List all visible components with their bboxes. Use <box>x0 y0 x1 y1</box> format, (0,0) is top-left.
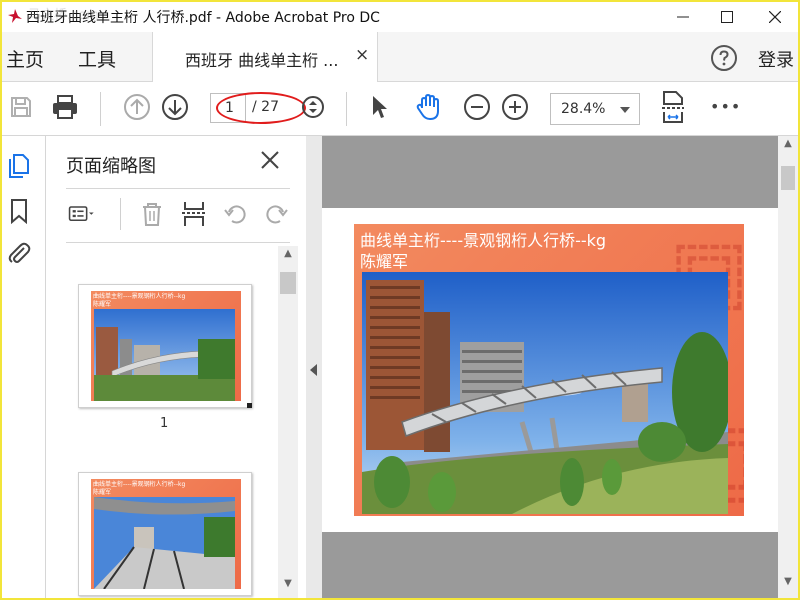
slide-title: 曲线单主桁----景观钢桁人行桥--kg 陈耀军 <box>360 230 606 272</box>
chevron-down-icon <box>620 107 630 113</box>
document-view[interactable]: ⿴ ⿴ 曲线单主桁----景观钢桁人行桥--kg 陈耀军 <box>322 136 778 598</box>
thumbnail-caption-line: 陈耀军 <box>93 301 112 308</box>
maximize-button[interactable] <box>704 2 750 32</box>
rotate-left-icon[interactable] <box>222 200 250 228</box>
cursor-arrow-icon <box>373 96 387 118</box>
menu-home[interactable]: 主页 <box>6 45 44 72</box>
page-thumbnails-icon[interactable] <box>6 152 32 178</box>
next-page-button[interactable] <box>160 92 190 122</box>
thumbnail-caption-line: 陈耀军 <box>93 489 112 496</box>
thumbnail-caption: 曲线单主桁----景观钢桁人行桥--kg 陈耀军 <box>93 293 185 309</box>
minus-circle-icon <box>464 94 490 120</box>
window-title: 西班牙曲线单主桁 人行桥.pdf - Adobe Acrobat Pro DC <box>26 10 380 26</box>
previous-page-button[interactable] <box>122 92 152 122</box>
save-button[interactable] <box>6 92 36 122</box>
page-stepper[interactable] <box>298 92 328 122</box>
menu-bar: 主页 工具 西班牙 曲线单主桁 ... × 登录 <box>2 32 798 82</box>
arrow-down-circle-icon <box>162 94 188 120</box>
panel-title: 页面缩略图 <box>66 156 156 177</box>
slide-photo-bridge <box>362 272 728 514</box>
zoom-in-button[interactable] <box>500 92 530 122</box>
page-thumbnails-panel: 页面缩略图 曲线单主桁----景观钢桁人行桥--kg 陈耀军 1 曲线单主桁--… <box>46 136 306 598</box>
thumbnail-slide: 曲线单主桁----景观钢桁人行桥--kg 陈耀军 <box>91 479 241 589</box>
document-scrollbar[interactable]: ▲ ▼ <box>778 136 798 598</box>
thumbnail-photo-bridge <box>94 309 235 401</box>
hand-tool-button[interactable] <box>414 92 444 122</box>
fit-page-button[interactable] <box>658 91 688 123</box>
maximize-icon <box>721 11 733 23</box>
collapse-panel-icon[interactable] <box>310 364 317 376</box>
panel-divider <box>66 242 290 243</box>
title-bar: 西班牙曲线单主桁 人行桥.pdf - Adobe Acrobat Pro DC … <box>2 2 798 32</box>
rotate-right-icon[interactable] <box>262 200 290 228</box>
panel-tool-separator <box>120 198 121 230</box>
scrollbar-thumb[interactable] <box>280 272 296 294</box>
plus-circle-icon <box>502 94 528 120</box>
insert-page-icon[interactable] <box>180 200 208 228</box>
arrow-up-circle-icon <box>124 94 150 120</box>
thumbnail-list: 曲线单主桁----景观钢桁人行桥--kg 陈耀军 1 曲线单主桁----景观钢桁… <box>46 246 278 598</box>
zoom-out-button[interactable] <box>462 92 492 122</box>
slide-title-line: 曲线单主桁----景观钢桁人行桥--kg <box>360 231 607 250</box>
thumbnail-scrollbar[interactable]: ▲ ▼ <box>278 246 298 598</box>
scrollbar-thumb[interactable] <box>781 166 795 190</box>
menu-tools[interactable]: 工具 <box>78 45 116 72</box>
up-down-stepper-icon <box>302 96 324 118</box>
thumbnail-caption-line: 曲线单主桁----景观钢桁人行桥--kg <box>93 481 186 488</box>
acrobat-app-icon <box>6 7 24 25</box>
close-window-button[interactable] <box>752 2 798 32</box>
toolbar-separator <box>346 92 347 126</box>
attachment-icon[interactable] <box>6 240 32 266</box>
bookmark-icon[interactable] <box>6 198 32 224</box>
scroll-down-icon[interactable]: ▼ <box>280 578 296 589</box>
select-tool-button[interactable] <box>364 92 394 122</box>
slide: ⿴ ⿴ 曲线单主桁----景观钢桁人行桥--kg 陈耀军 <box>354 224 744 516</box>
close-icon[interactable] <box>258 148 282 172</box>
document-tab-label: 西班牙 曲线单主桁 ... <box>185 51 339 70</box>
document-tab[interactable]: 西班牙 曲线单主桁 ... × <box>152 32 378 82</box>
printer-icon <box>53 95 77 119</box>
zoom-select[interactable]: 28.4% <box>550 93 640 125</box>
trash-icon[interactable] <box>138 200 166 228</box>
thumbnail-page-1[interactable]: 曲线单主桁----景观钢桁人行桥--kg 陈耀军 <box>78 284 252 408</box>
thumbnail-slide: 曲线单主桁----景观钢桁人行桥--kg 陈耀军 <box>91 291 241 401</box>
zoom-value: 28.4% <box>561 101 606 117</box>
tab-close-icon[interactable]: × <box>355 45 369 65</box>
thumbnail-resize-handle[interactable] <box>247 403 252 408</box>
fit-width-icon <box>662 91 684 123</box>
thumbnail-page-2[interactable]: 曲线单主桁----景观钢桁人行桥--kg 陈耀军 <box>78 472 252 596</box>
left-rail <box>2 136 46 598</box>
thumbnail-caption-line: 曲线单主桁----景观钢桁人行桥--kg <box>93 293 186 300</box>
scroll-down-icon[interactable]: ▼ <box>780 576 796 587</box>
minimize-button[interactable] <box>660 2 706 32</box>
hand-icon <box>416 93 439 121</box>
thumbnail-page-number: 1 <box>160 416 169 431</box>
scroll-up-icon[interactable]: ▲ <box>280 248 296 259</box>
panel-splitter[interactable] <box>306 136 322 598</box>
panel-divider <box>66 188 290 189</box>
thumbnail-photo-walkway <box>94 497 235 589</box>
more-tools-button[interactable]: ••• <box>710 97 741 116</box>
scroll-up-icon[interactable]: ▲ <box>780 138 796 149</box>
save-icon <box>11 97 31 117</box>
toolbar: 1 / 27 28.4% ••• <box>2 82 798 136</box>
close-icon <box>769 11 781 23</box>
pdf-page: ⿴ ⿴ 曲线单主桁----景观钢桁人行桥--kg 陈耀军 <box>322 208 778 532</box>
thumbnail-caption: 曲线单主桁----景观钢桁人行桥--kg 陈耀军 <box>93 481 185 497</box>
minimize-icon <box>677 16 689 18</box>
red-annotation-ellipse <box>216 92 306 124</box>
login-link[interactable]: 登录 <box>758 46 794 72</box>
toolbar-separator <box>100 92 101 126</box>
print-button[interactable] <box>50 92 80 122</box>
help-icon[interactable] <box>710 44 738 72</box>
options-menu-icon[interactable] <box>68 200 96 228</box>
slide-title-line: 陈耀军 <box>360 252 409 271</box>
acrobat-window: 西班牙曲线单主桁 人行桥.pdf - Adobe Acrobat Pro DC … <box>0 0 800 600</box>
